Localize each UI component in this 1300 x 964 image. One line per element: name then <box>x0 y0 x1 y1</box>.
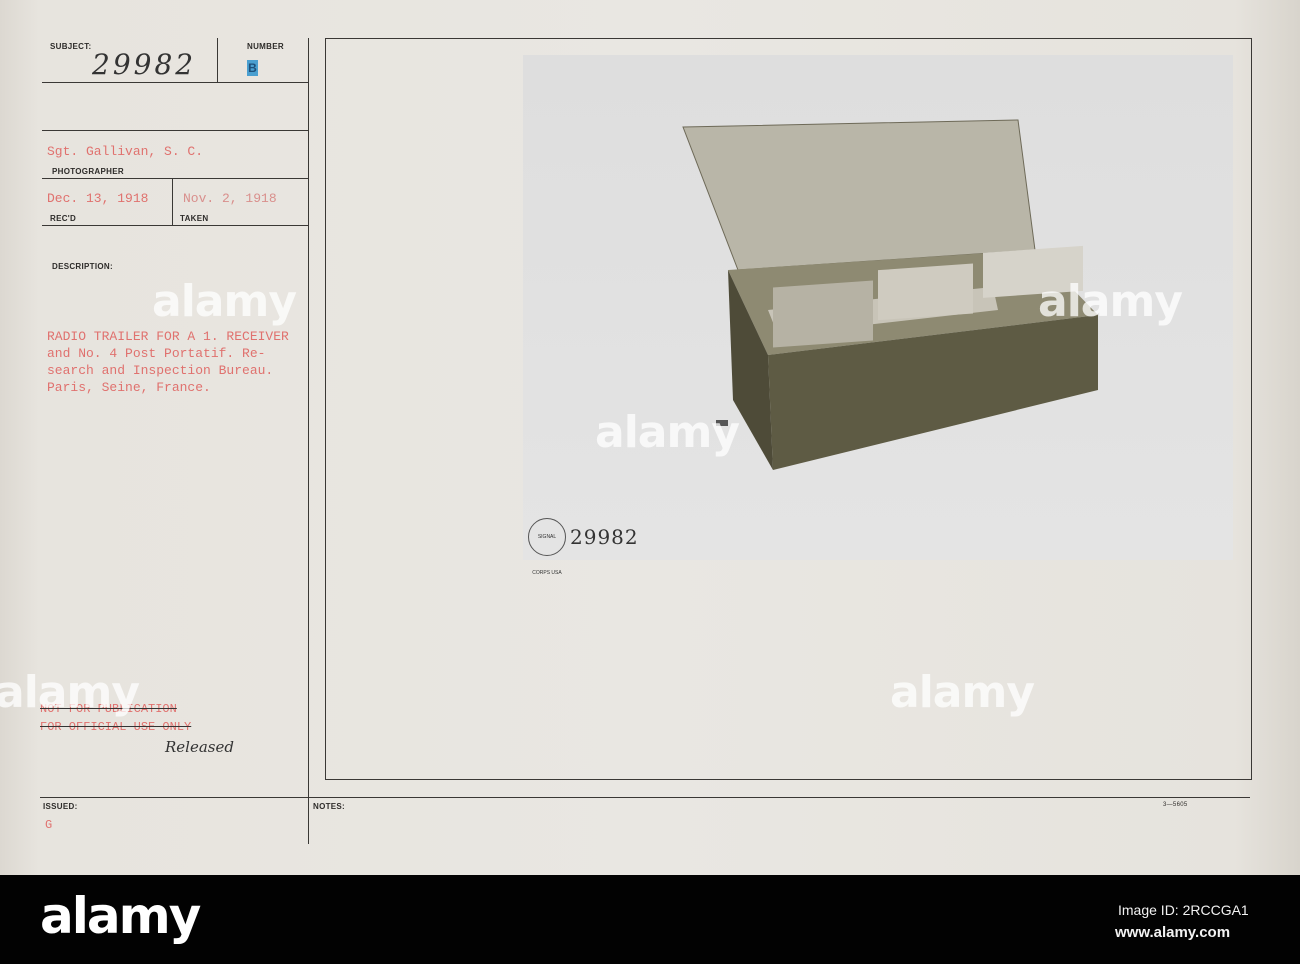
watermark: alamy <box>595 407 740 458</box>
signal-corps-seal: SIGNAL CORPS USA <box>528 518 566 576</box>
negative-number: 29982 <box>570 525 639 549</box>
taken-label: TAKEN <box>180 214 209 223</box>
divider <box>172 178 173 225</box>
description-line: RADIO TRAILER FOR A 1. RECEIVER <box>47 329 289 344</box>
form-number: 3—5605 <box>1163 802 1188 808</box>
subject-label: SUBJECT: <box>50 42 92 51</box>
description-label: DESCRIPTION: <box>52 262 113 271</box>
photographer-label: PHOTOGRAPHER <box>52 167 124 176</box>
restriction-line: FOR OFFICIAL USE ONLY <box>40 720 192 734</box>
description-line: and No. 4 Post Portatif. Re- <box>47 346 266 361</box>
watermark: alamy <box>0 667 140 718</box>
image-id: Image ID: 2RCCGA1 <box>1118 902 1249 918</box>
alamy-logo: alamy <box>40 887 201 945</box>
subject-value: 29982 <box>92 48 197 81</box>
taken-value: Nov. 2, 1918 <box>183 191 277 206</box>
number-stamp: B <box>247 60 258 76</box>
divider <box>42 225 308 226</box>
issued-value: G <box>45 818 53 832</box>
released-note: Released <box>165 738 234 756</box>
watermark: alamy <box>1038 276 1183 327</box>
watermark: alamy <box>890 667 1035 718</box>
footer-bar: alamy Image ID: 2RCCGA1 www.alamy.com <box>0 875 1300 964</box>
column-divider <box>308 38 309 844</box>
received-label: REC'D <box>50 214 77 223</box>
number-label: NUMBER <box>247 42 284 51</box>
issued-label: ISSUED: <box>43 802 78 811</box>
divider <box>42 82 308 83</box>
notes-label: NOTES: <box>313 802 346 811</box>
photographer-value: Sgt. Gallivan, S. C. <box>47 144 204 159</box>
description-line: search and Inspection Bureau. <box>47 363 274 378</box>
divider <box>40 797 1250 798</box>
divider <box>42 178 308 179</box>
divider <box>42 130 308 131</box>
archive-card: SUBJECT: 29982 NUMBER B Sgt. Gallivan, S… <box>0 0 1300 875</box>
received-value: Dec. 13, 1918 <box>47 191 149 206</box>
divider <box>217 38 218 82</box>
description-line: Paris, Seine, France. <box>47 380 211 395</box>
watermark: alamy <box>152 276 297 327</box>
site-url[interactable]: www.alamy.com <box>1115 924 1230 941</box>
